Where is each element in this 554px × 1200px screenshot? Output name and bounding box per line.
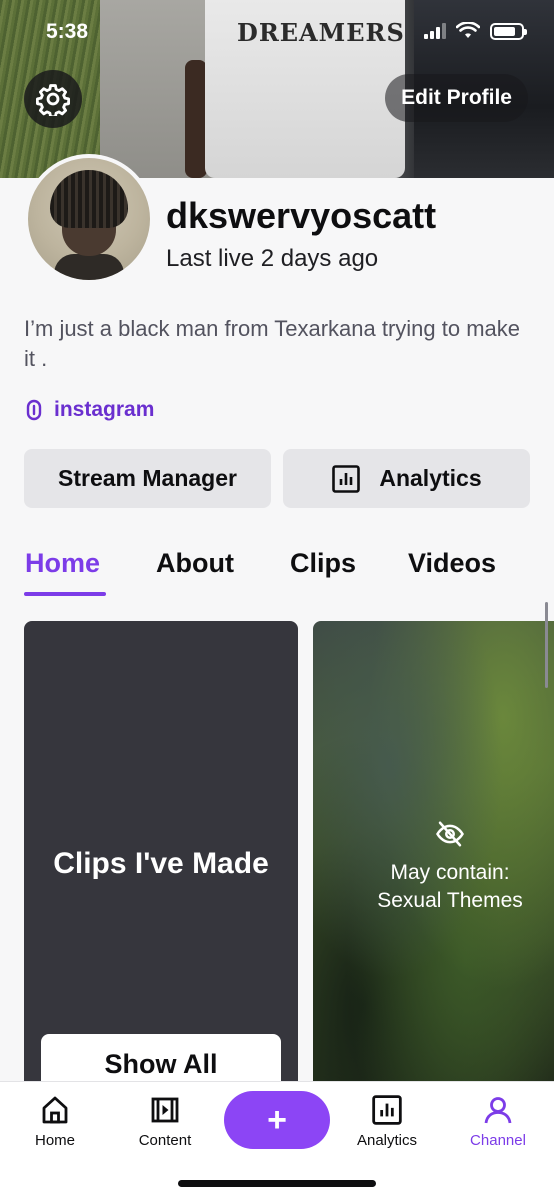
bottom-navigation: Home Content + Analytics Channel xyxy=(0,1081,554,1200)
nav-content[interactable]: Content xyxy=(115,1094,215,1149)
nav-home[interactable]: Home xyxy=(5,1094,105,1149)
status-icons xyxy=(424,22,527,40)
user-icon xyxy=(484,1097,512,1124)
eye-off-icon xyxy=(436,821,464,847)
analytics-icon xyxy=(372,1095,402,1125)
link-icon xyxy=(26,399,42,421)
battery-icon xyxy=(490,22,527,40)
video-card-blurred[interactable]: May contain: Sexual Themes xyxy=(313,621,554,1101)
stream-manager-label: Stream Manager xyxy=(58,465,237,491)
nav-analytics-label: Analytics xyxy=(356,1132,418,1149)
wifi-icon xyxy=(456,22,480,38)
status-time: 5:38 xyxy=(46,20,89,43)
home-indicator xyxy=(178,1180,376,1187)
last-live-status: Last live 2 days ago xyxy=(166,245,379,272)
cellular-signal-icon xyxy=(424,23,446,39)
scrollbar[interactable] xyxy=(545,602,548,688)
analytics-button[interactable]: Analytics xyxy=(283,449,530,508)
gear-icon xyxy=(36,84,70,116)
clips-card-title: Clips I've Made xyxy=(53,847,269,880)
create-button[interactable]: + xyxy=(224,1091,330,1149)
home-icon xyxy=(42,1096,68,1124)
content-icon xyxy=(151,1097,179,1123)
analytics-icon xyxy=(332,464,361,493)
channel-username: dkswervyoscatt xyxy=(166,195,437,236)
nav-home-label: Home xyxy=(34,1132,75,1149)
stream-manager-button[interactable]: Stream Manager xyxy=(24,449,271,508)
status-bar: 5:38 xyxy=(0,0,554,66)
channel-tabs: Home About Clips Videos xyxy=(0,540,554,600)
tab-clips[interactable]: Clips xyxy=(290,548,356,579)
banner-arm-left xyxy=(185,60,207,178)
tab-videos[interactable]: Videos xyxy=(408,548,496,579)
content-warning-line2: Sexual Themes xyxy=(377,889,523,912)
nav-channel-label: Channel xyxy=(470,1132,526,1149)
edit-profile-button[interactable]: Edit Profile xyxy=(385,74,528,122)
social-link-label: instagram xyxy=(54,398,155,421)
active-tab-indicator xyxy=(24,592,106,596)
social-link-instagram[interactable]: instagram xyxy=(24,398,154,422)
content-warning-line1: May contain: xyxy=(390,861,510,884)
settings-button[interactable] xyxy=(24,70,82,128)
nav-channel[interactable]: Channel xyxy=(448,1094,548,1149)
avatar[interactable] xyxy=(24,154,154,284)
channel-bio: I’m just a black man from Texarkana tryi… xyxy=(24,316,521,371)
nav-analytics[interactable]: Analytics xyxy=(337,1094,437,1149)
content-warning-text: May contain: Sexual Themes xyxy=(313,859,554,915)
tab-about[interactable]: About xyxy=(156,548,234,579)
clips-card[interactable]: Clips I've Made Show All xyxy=(24,621,298,1101)
tab-home[interactable]: Home xyxy=(25,548,100,579)
analytics-label: Analytics xyxy=(379,465,482,491)
nav-content-label: Content xyxy=(138,1132,192,1149)
